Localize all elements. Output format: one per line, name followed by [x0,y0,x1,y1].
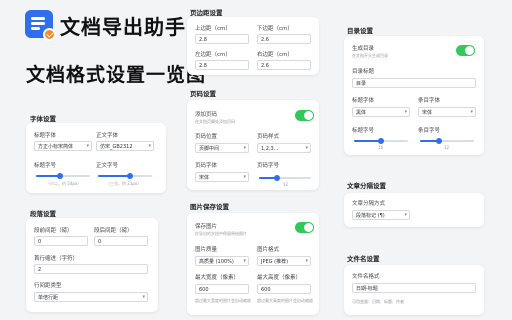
max-width-hint: 超过最大宽度的图片会自动缩放 [195,298,251,303]
add-page-number-hint: 在文档页脚处添加页码 [195,119,235,124]
image-quality-select[interactable]: 高质量 (100%) [195,256,249,266]
filename-format-hint: 可用变量：日期、标题、作者 [352,299,404,304]
separator-settings-card: 文章分隔方式 段落标记 (¶) [344,193,484,227]
max-width-label: 最大宽度（像素） [195,275,240,281]
body-size-slider[interactable] [98,173,152,179]
font-settings-card: 标题字体 方正小标宋简体 正文字体 仿宋_GB2312 标题字号 （小二，约 2… [26,123,166,193]
page-headline: 文档格式设置一览图 [26,64,207,86]
line-spacing-label: 行间距类型 [34,283,62,289]
margin-settings-card: 上边距（cm） 2.8 下边距（cm） 2.6 左边距（cm） 2.8 右边距（… [187,17,319,75]
keep-images-label: 保存图片 [195,224,218,230]
body-size-hint: （三号，约 21px） [106,181,142,186]
body-font-label: 正文字体 [96,133,119,139]
title-size-slider[interactable] [36,173,90,179]
toc-entry-size-value: 12 [444,145,450,150]
image-settings-card: 保存图片 在导出的文档中保留原始图片 图片质量 高质量 (100%) 图片格式 … [187,213,319,315]
paragraph-settings-card: 段前间距（磅） 0 段后间距（磅） 0 首行缩进（字符） 2 行间距类型 单倍行… [26,218,158,312]
image-quality-label: 图片质量 [195,247,218,253]
body-size-label: 正文字号 [96,163,119,169]
title-size-label: 标题字号 [34,163,57,169]
add-page-number-label: 添加页码 [195,112,218,118]
app-root: 文档导出助手 文档格式设置一览图 字体设置 标题字体 方正小标宋简体 正文字体 … [0,0,512,320]
page-number-position-label: 页码位置 [195,134,218,140]
toc-title-label: 目录标题 [352,69,375,75]
separator-mode-label: 文章分隔方式 [352,201,386,207]
page-number-font-label: 页码字体 [195,163,218,169]
toc-entry-size-label: 条目字号 [418,128,441,134]
generate-toc-toggle[interactable] [456,45,475,56]
page-number-position-select[interactable]: 页脚中间 [195,143,249,153]
max-width-input[interactable]: 600 [195,284,249,294]
slider-knob[interactable] [435,138,442,144]
toc-settings-card: 生成目录 在文档开头生成目录 目录标题 目录 标题字体 黑体 条目字体 宋体 标… [344,36,484,155]
toc-entry-font-label: 条目字体 [418,98,441,104]
check-badge-icon [43,28,56,41]
line-spacing-select[interactable]: 单倍行距 [34,292,148,302]
filename-format-input[interactable]: 日期-标题 [352,283,476,293]
toc-title-size-value: 16 [378,145,384,150]
paragraph-section-title: 段落设置 [30,210,56,218]
toc-title-size-slider[interactable] [354,138,408,144]
after-spacing-label: 段后间距（磅） [94,228,133,234]
page-number-section-title: 页码设置 [190,90,216,98]
toc-title-size-label: 标题字号 [352,128,375,134]
toc-entry-size-slider[interactable] [420,138,474,144]
page-number-toggle[interactable] [295,110,314,121]
left-margin-input[interactable]: 2.8 [195,60,249,70]
page-number-size-value: 12 [283,182,289,187]
page-number-size-label: 页码字号 [257,163,280,169]
app-logo-icon [25,10,56,41]
app-name: 文档导出助手 [60,15,186,39]
bottom-margin-label: 下边距（cm） [257,26,293,32]
image-format-label: 图片格式 [257,247,280,253]
toc-entry-font-select[interactable]: 宋体 [418,107,476,117]
toc-title-font-label: 标题字体 [352,98,375,104]
slider-knob[interactable] [378,138,384,144]
filename-settings-card: 文件名格式 日期-标题 可用变量：日期、标题、作者 [344,265,484,315]
page-number-style-label: 页码样式 [257,134,280,140]
indent-input[interactable]: 2 [34,264,148,274]
filename-section-title: 文件名设置 [347,255,380,263]
after-spacing-input[interactable]: 0 [94,236,148,246]
generate-toc-hint: 在文档开头生成目录 [352,53,388,58]
generate-toc-label: 生成目录 [352,46,375,52]
image-format-select[interactable]: JPEG (推荐) [257,256,311,266]
toc-title-input[interactable]: 目录 [352,78,476,88]
top-margin-input[interactable]: 2.8 [195,34,249,44]
keep-images-toggle[interactable] [295,222,314,233]
page-number-style-select[interactable]: 1,2,3... [257,143,311,153]
title-font-select[interactable]: 方正小标宋简体 [34,141,92,151]
page-number-font-select[interactable]: 宋体 [195,172,249,182]
page-number-card: 添加页码 在文档页脚处添加页码 页码位置 页脚中间 页码样式 1,2,3... … [187,100,319,190]
left-margin-label: 左边距（cm） [195,52,231,58]
before-spacing-label: 段前间距（磅） [34,228,73,234]
max-height-input[interactable]: 600 [257,284,311,294]
max-height-hint: 超过最大高度的图片会自动缩放 [257,298,313,303]
page-number-size-slider[interactable] [259,175,311,181]
slider-knob[interactable] [274,175,281,181]
slider-knob[interactable] [127,173,134,179]
separator-section-title: 文章分隔设置 [347,182,386,190]
bottom-margin-input[interactable]: 2.6 [257,34,311,44]
right-margin-label: 右边距（cm） [257,52,293,58]
before-spacing-input[interactable]: 0 [34,236,88,246]
slider-knob[interactable] [57,173,64,179]
font-section-title: 字体设置 [30,115,56,123]
body-font-select[interactable]: 仿宋_GB2312 [96,141,154,151]
title-font-label: 标题字体 [34,133,57,139]
keep-images-hint: 在导出的文档中保留原始图片 [195,231,247,236]
filename-format-label: 文件名格式 [352,274,380,280]
toc-section-title: 目录设置 [347,27,373,35]
image-section-title: 图片保存设置 [190,203,229,211]
max-height-label: 最大高度（像素） [257,275,302,281]
title-size-hint: （小二，约 24px） [46,181,82,186]
right-margin-input[interactable]: 2.6 [257,60,311,70]
top-margin-label: 上边距（cm） [195,26,231,32]
indent-label: 首行缩进（字符） [34,256,79,262]
toc-title-font-select[interactable]: 黑体 [352,107,410,117]
margin-section-title: 页边距设置 [190,9,223,17]
separator-mode-select[interactable]: 段落标记 (¶) [352,210,410,220]
